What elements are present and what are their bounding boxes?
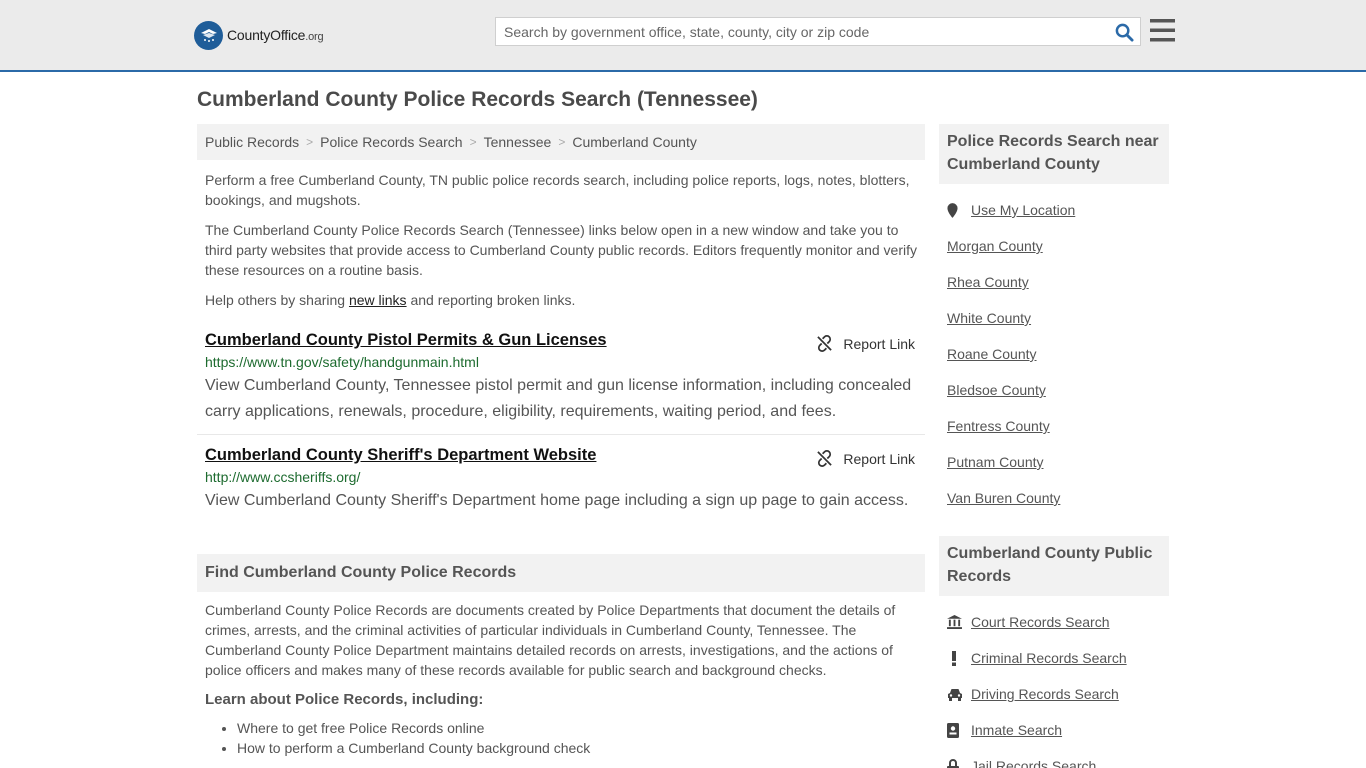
jail-records-link[interactable]: Jail Records Search (971, 758, 1096, 768)
car-icon (947, 688, 971, 701)
courthouse-icon (947, 615, 971, 629)
sidebar-item-court-records: Court Records Search (947, 604, 1169, 640)
find-records-heading: Find Cumberland County Police Records (197, 554, 925, 592)
criminal-records-link[interactable]: Criminal Records Search (971, 650, 1127, 666)
sidebar-item-morgan-county: Morgan County (947, 228, 1169, 264)
nearby-county-link[interactable]: Putnam County (947, 454, 1044, 470)
sidebar-item-inmate-search: Inmate Search (947, 712, 1169, 748)
sidebar-item-rhea-county: Rhea County (947, 264, 1169, 300)
search-icon[interactable] (1114, 22, 1134, 42)
seal-icon (194, 20, 223, 50)
learn-heading: Learn about Police Records, including: (205, 691, 484, 708)
sidebar-item-white-county: White County (947, 300, 1169, 336)
page-title: Cumberland County Police Records Search … (197, 88, 758, 111)
nearby-county-link[interactable]: Van Buren County (947, 490, 1060, 506)
id-badge-icon (947, 722, 971, 738)
exclamation-icon (947, 650, 971, 666)
nearby-county-link[interactable]: Rhea County (947, 274, 1029, 290)
result-url: http://www.ccsheriffs.org/ (205, 469, 361, 485)
nearby-county-link[interactable]: Roane County (947, 346, 1037, 362)
sidebar-item-van-buren-county: Van Buren County (947, 480, 1169, 516)
lock-icon (947, 758, 971, 768)
nearby-county-link[interactable]: Bledsoe County (947, 382, 1046, 398)
public-records-heading: Cumberland County Public Records (939, 536, 1169, 596)
nearby-county-link[interactable]: Fentress County (947, 418, 1050, 434)
find-records-body: Cumberland County Police Records are doc… (205, 602, 896, 678)
site-logo[interactable]: CountyOffice.org (194, 20, 324, 50)
search-input[interactable] (496, 18, 1106, 45)
nearby-list: Use My Location Morgan County Rhea Count… (939, 192, 1169, 516)
breadcrumb: Public Records > Police Records Search >… (197, 124, 925, 160)
search-bar (495, 17, 1141, 46)
result-description: View Cumberland County, Tennessee pistol… (205, 377, 912, 420)
sidebar-item-fentress-county: Fentress County (947, 408, 1169, 444)
sidebar-item-putnam-county: Putnam County (947, 444, 1169, 480)
breadcrumb-public-records[interactable]: Public Records (205, 134, 299, 150)
result-description: View Cumberland County Sheriff's Departm… (205, 492, 909, 509)
learn-list: Where to get free Police Records online … (197, 718, 925, 758)
inmate-search-link[interactable]: Inmate Search (971, 722, 1062, 738)
court-records-link[interactable]: Court Records Search (971, 614, 1110, 630)
sidebar-item-driving-records: Driving Records Search (947, 676, 1169, 712)
public-records-list: Court Records Search Criminal Records Se… (939, 604, 1169, 768)
logo-text: CountyOffice.org (227, 27, 324, 43)
intro-paragraph-3: Help others by sharing new links and rep… (205, 292, 576, 308)
sidebar-item-bledsoe-county: Bledsoe County (947, 372, 1169, 408)
sidebar-item-roane-county: Roane County (947, 336, 1169, 372)
broken-link-icon (817, 450, 833, 467)
driving-records-link[interactable]: Driving Records Search (971, 686, 1119, 702)
result-url: https://www.tn.gov/safety/handgunmain.ht… (205, 354, 479, 370)
hamburger-menu-icon[interactable] (1150, 19, 1175, 42)
nearby-heading: Police Records Search near Cumberland Co… (939, 124, 1169, 184)
breadcrumb-cumberland-county[interactable]: Cumberland County (572, 134, 697, 150)
result-divider (197, 434, 925, 435)
result-title-link[interactable]: Cumberland County Sheriff's Department W… (205, 446, 596, 465)
nearby-county-link[interactable]: White County (947, 310, 1031, 326)
result-item: Cumberland County Sheriff's Department W… (197, 446, 925, 514)
chevron-right-icon: > (306, 135, 314, 149)
list-item: Where to get free Police Records online (237, 718, 925, 738)
use-location-item: Use My Location (947, 192, 1169, 228)
use-my-location-link[interactable]: Use My Location (971, 202, 1075, 218)
chevron-right-icon: > (558, 135, 566, 149)
intro-text: Perform a free Cumberland County, TN pub… (197, 170, 925, 310)
map-pin-icon (947, 202, 971, 218)
result-item: Cumberland County Pistol Permits & Gun L… (197, 331, 925, 425)
sidebar-item-criminal-records: Criminal Records Search (947, 640, 1169, 676)
main-content: Public Records > Police Records Search >… (197, 124, 925, 758)
sidebar-item-jail-records: Jail Records Search (947, 748, 1169, 768)
report-link-button[interactable]: Report Link (816, 450, 915, 467)
report-link-button[interactable]: Report Link (816, 335, 915, 352)
sidebar: Police Records Search near Cumberland Co… (939, 124, 1169, 768)
result-title-link[interactable]: Cumberland County Pistol Permits & Gun L… (205, 331, 607, 350)
top-header: CountyOffice.org (0, 0, 1366, 72)
intro-paragraph-1: Perform a free Cumberland County, TN pub… (205, 172, 910, 208)
new-links-link[interactable]: new links (349, 292, 407, 308)
broken-link-icon (817, 335, 833, 352)
chevron-right-icon: > (469, 135, 477, 149)
breadcrumb-police-records-search[interactable]: Police Records Search (320, 134, 462, 150)
intro-paragraph-2: The Cumberland County Police Records Sea… (205, 222, 918, 278)
list-item: How to perform a Cumberland County backg… (237, 738, 925, 758)
nearby-county-link[interactable]: Morgan County (947, 238, 1043, 254)
breadcrumb-tennessee[interactable]: Tennessee (484, 134, 552, 150)
